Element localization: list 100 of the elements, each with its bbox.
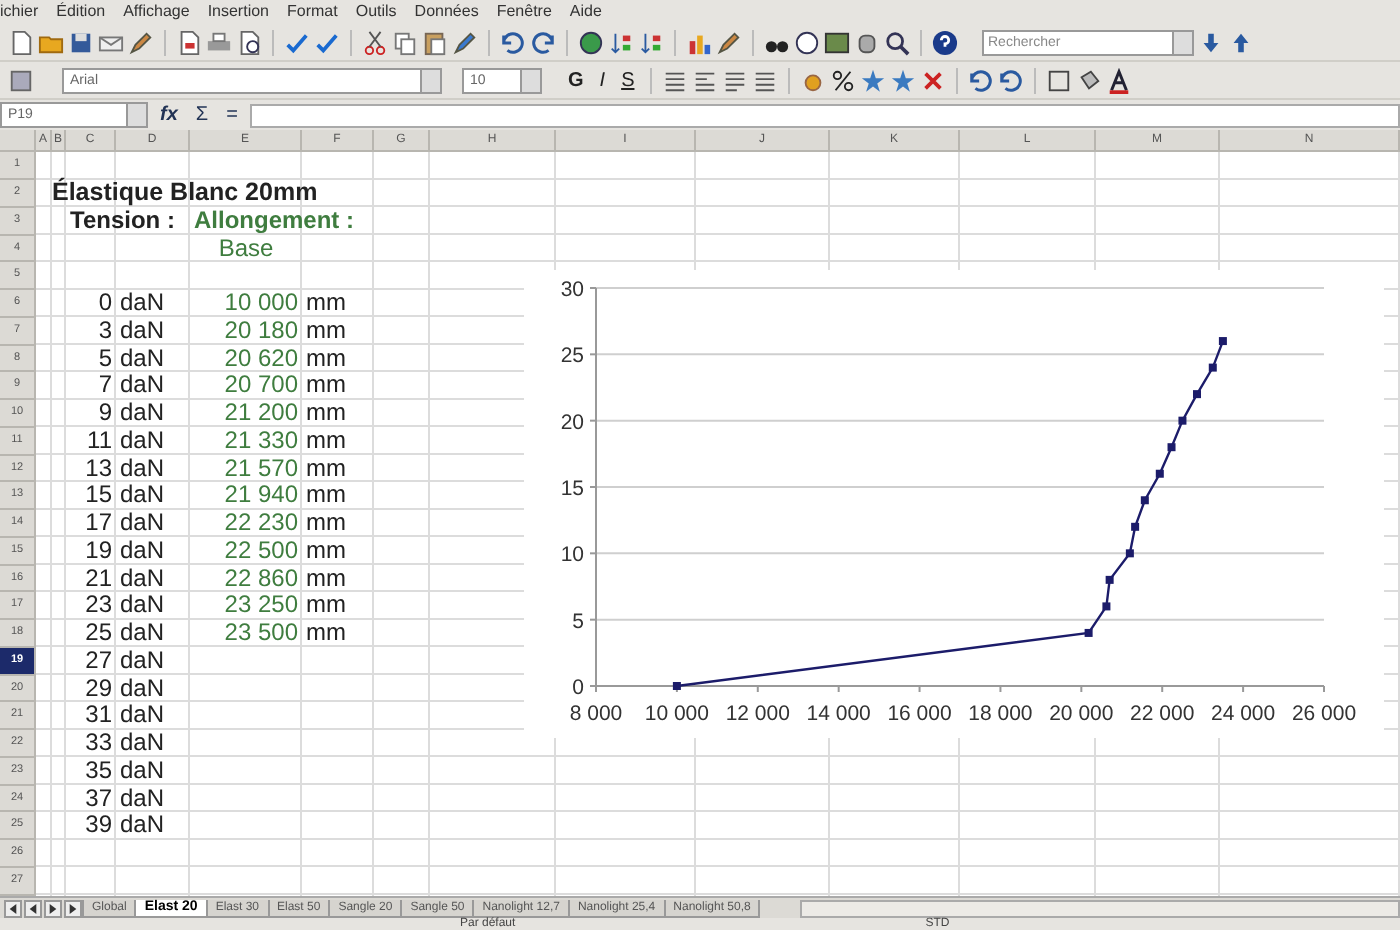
redo-icon[interactable] xyxy=(530,29,556,56)
data-point xyxy=(1102,603,1111,612)
clipboard-icon[interactable] xyxy=(422,29,448,56)
align-icon[interactable] xyxy=(722,67,749,94)
number-cell: 39 xyxy=(85,812,112,841)
tab-scroll-button[interactable] xyxy=(64,899,82,918)
align-icon[interactable] xyxy=(692,67,719,94)
document-icon[interactable] xyxy=(8,29,34,56)
menu-item[interactable]: Insertion xyxy=(207,0,269,24)
circle-icon[interactable] xyxy=(794,29,820,56)
unit-cell: daN xyxy=(120,565,165,593)
number-cell: 20 620 xyxy=(224,345,298,373)
unit-cell: mm xyxy=(306,620,346,648)
printer-icon[interactable] xyxy=(206,29,232,56)
menu-item[interactable]: Affichage xyxy=(123,0,190,24)
menu-item[interactable]: ichier xyxy=(0,0,39,24)
copy-icon[interactable] xyxy=(392,29,418,56)
unit-cell: daN xyxy=(120,785,165,813)
sum-button[interactable]: Σ xyxy=(189,104,215,127)
menu-item[interactable]: Aide xyxy=(569,0,602,24)
menu-item[interactable]: Édition xyxy=(56,0,106,24)
italic-button[interactable]: I xyxy=(593,69,612,92)
data-point xyxy=(1131,523,1140,532)
pen-icon[interactable] xyxy=(716,29,742,56)
tick-label: 20 000 xyxy=(1049,702,1114,727)
number-cell: 17 xyxy=(85,510,112,538)
tick-label: 25 xyxy=(560,345,584,370)
border-icon[interactable] xyxy=(1046,67,1073,94)
align-icon[interactable] xyxy=(752,67,779,94)
tab-scroll-button[interactable] xyxy=(24,899,42,918)
number-cell: 5 xyxy=(98,345,112,373)
tick-label: 12 000 xyxy=(725,702,790,727)
data-point xyxy=(1125,550,1134,559)
unit-cell: mm xyxy=(306,482,346,511)
zoom-icon[interactable] xyxy=(884,29,910,56)
menu-item[interactable]: Fenêtre xyxy=(496,0,552,24)
save-icon[interactable] xyxy=(68,29,94,56)
page-magnifier-icon[interactable] xyxy=(236,29,262,56)
check-icon[interactable] xyxy=(284,29,310,56)
sort-icon[interactable] xyxy=(608,29,634,56)
font-color-icon[interactable] xyxy=(1106,67,1133,94)
function-button[interactable]: fx xyxy=(154,104,184,127)
arrow-icon[interactable] xyxy=(968,67,995,94)
check-icon[interactable] xyxy=(314,29,340,56)
number-cell: 22 860 xyxy=(224,565,298,593)
unit-cell: mm xyxy=(306,510,346,538)
down-arrow-icon[interactable] xyxy=(1198,29,1224,56)
page-icon[interactable] xyxy=(176,29,202,56)
data-point xyxy=(1140,497,1149,506)
number-cell: 21 xyxy=(85,565,112,593)
number-cell: 13 xyxy=(85,455,112,483)
unit-cell: daN xyxy=(120,427,165,456)
pencil-icon[interactable] xyxy=(128,29,154,56)
number-cell: 21 330 xyxy=(224,427,298,456)
menu-item[interactable]: Outils xyxy=(355,0,397,24)
help-icon[interactable] xyxy=(932,29,958,56)
tick-label: 16 000 xyxy=(887,702,952,727)
horizontal-scrollbar[interactable] xyxy=(800,899,1400,918)
number-cell: 7 xyxy=(98,372,112,401)
number-cell: 33 xyxy=(85,730,112,758)
number-cell: 15 xyxy=(85,482,112,511)
unit-cell: mm xyxy=(306,290,346,318)
sort-icon[interactable] xyxy=(638,29,664,56)
underline-button[interactable]: S xyxy=(615,69,641,92)
percent-icon[interactable] xyxy=(830,67,857,94)
unit-cell: mm xyxy=(306,317,346,346)
number-cell: 10 000 xyxy=(224,290,298,318)
formula-input[interactable] xyxy=(249,103,1400,128)
up-arrow-icon[interactable] xyxy=(1228,29,1254,56)
cross-icon[interactable] xyxy=(920,67,947,94)
tick-label: 22 000 xyxy=(1130,702,1195,727)
unit-cell: mm xyxy=(306,592,346,621)
tab-scroll-button[interactable] xyxy=(44,899,62,918)
subheading: Base xyxy=(218,235,274,263)
number-cell: 35 xyxy=(85,757,112,786)
number-cell: 37 xyxy=(85,785,112,813)
align-icon[interactable] xyxy=(662,67,689,94)
tick-label: 5 xyxy=(572,610,584,635)
unit-cell: mm xyxy=(306,537,346,566)
arrow-icon[interactable] xyxy=(998,67,1025,94)
scissors-icon[interactable] xyxy=(362,29,388,56)
unit-cell: daN xyxy=(120,345,165,373)
tab-scroll-button[interactable] xyxy=(4,899,22,918)
data-point xyxy=(1167,444,1176,453)
undo-icon[interactable] xyxy=(500,29,526,56)
menu-item[interactable]: Données xyxy=(414,0,479,24)
menu-item[interactable]: Format xyxy=(287,0,338,24)
number-cell: 21 570 xyxy=(224,455,298,483)
number-cell: 23 xyxy=(85,592,112,621)
styles-icon[interactable] xyxy=(8,67,34,94)
unit-cell: daN xyxy=(120,620,165,648)
formula-button[interactable]: = xyxy=(220,104,244,127)
tick-label: 8 000 xyxy=(569,702,623,727)
bold-button[interactable]: G xyxy=(562,69,590,92)
brush-icon[interactable] xyxy=(452,29,478,56)
unit-cell: daN xyxy=(120,400,165,428)
data-point xyxy=(1208,364,1217,373)
tick-label: 18 000 xyxy=(968,702,1033,727)
tick-label: 26 000 xyxy=(1291,702,1357,727)
data-point xyxy=(1178,417,1187,426)
